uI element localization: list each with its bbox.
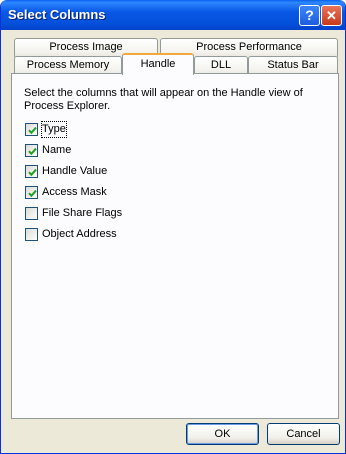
handle-tab-panel: Select the columns that will appear on t… — [11, 73, 339, 419]
close-button[interactable]: ✕ — [321, 5, 342, 26]
option-label: File Share Flags — [42, 207, 123, 219]
tab-label: DLL — [210, 59, 232, 71]
tab-label: Process Memory — [26, 59, 110, 71]
name-checkbox[interactable] — [25, 144, 38, 157]
handle-value-checkbox[interactable] — [25, 165, 38, 178]
cancel-button[interactable]: Cancel — [267, 423, 340, 445]
tab-handle[interactable]: Handle — [122, 53, 194, 75]
panel-description: Select the columns that will appear on t… — [24, 87, 303, 112]
help-button[interactable]: ? — [299, 5, 320, 26]
object-address-checkbox[interactable] — [25, 228, 38, 241]
close-icon: ✕ — [326, 8, 337, 23]
option-label: Handle Value — [42, 165, 108, 177]
checkmark-icon — [28, 126, 37, 135]
tab-label: Process Image — [49, 41, 123, 53]
checkmark-icon — [28, 168, 37, 177]
title-bar[interactable]: Select Columns ? ✕ — [1, 0, 345, 30]
option-label: Name — [42, 144, 72, 156]
tab-label: Process Performance — [196, 41, 302, 53]
checkmark-icon — [28, 147, 37, 156]
help-icon: ? — [305, 7, 314, 23]
option-label: Access Mask — [42, 186, 107, 198]
tab-label: Handle — [140, 58, 176, 70]
tab-label: Status Bar — [267, 59, 319, 71]
option-label: Type — [41, 121, 67, 138]
window-title: Select Columns — [8, 7, 106, 22]
option-label: Object Address — [42, 228, 117, 240]
type-checkbox[interactable] — [25, 123, 38, 136]
select-columns-dialog: Select Columns ? ✕ Process Image Process… — [0, 0, 346, 454]
access-mask-checkbox[interactable] — [25, 186, 38, 199]
file-share-flags-checkbox[interactable] — [25, 207, 38, 220]
checkmark-icon — [28, 189, 37, 198]
ok-button[interactable]: OK — [186, 423, 259, 445]
